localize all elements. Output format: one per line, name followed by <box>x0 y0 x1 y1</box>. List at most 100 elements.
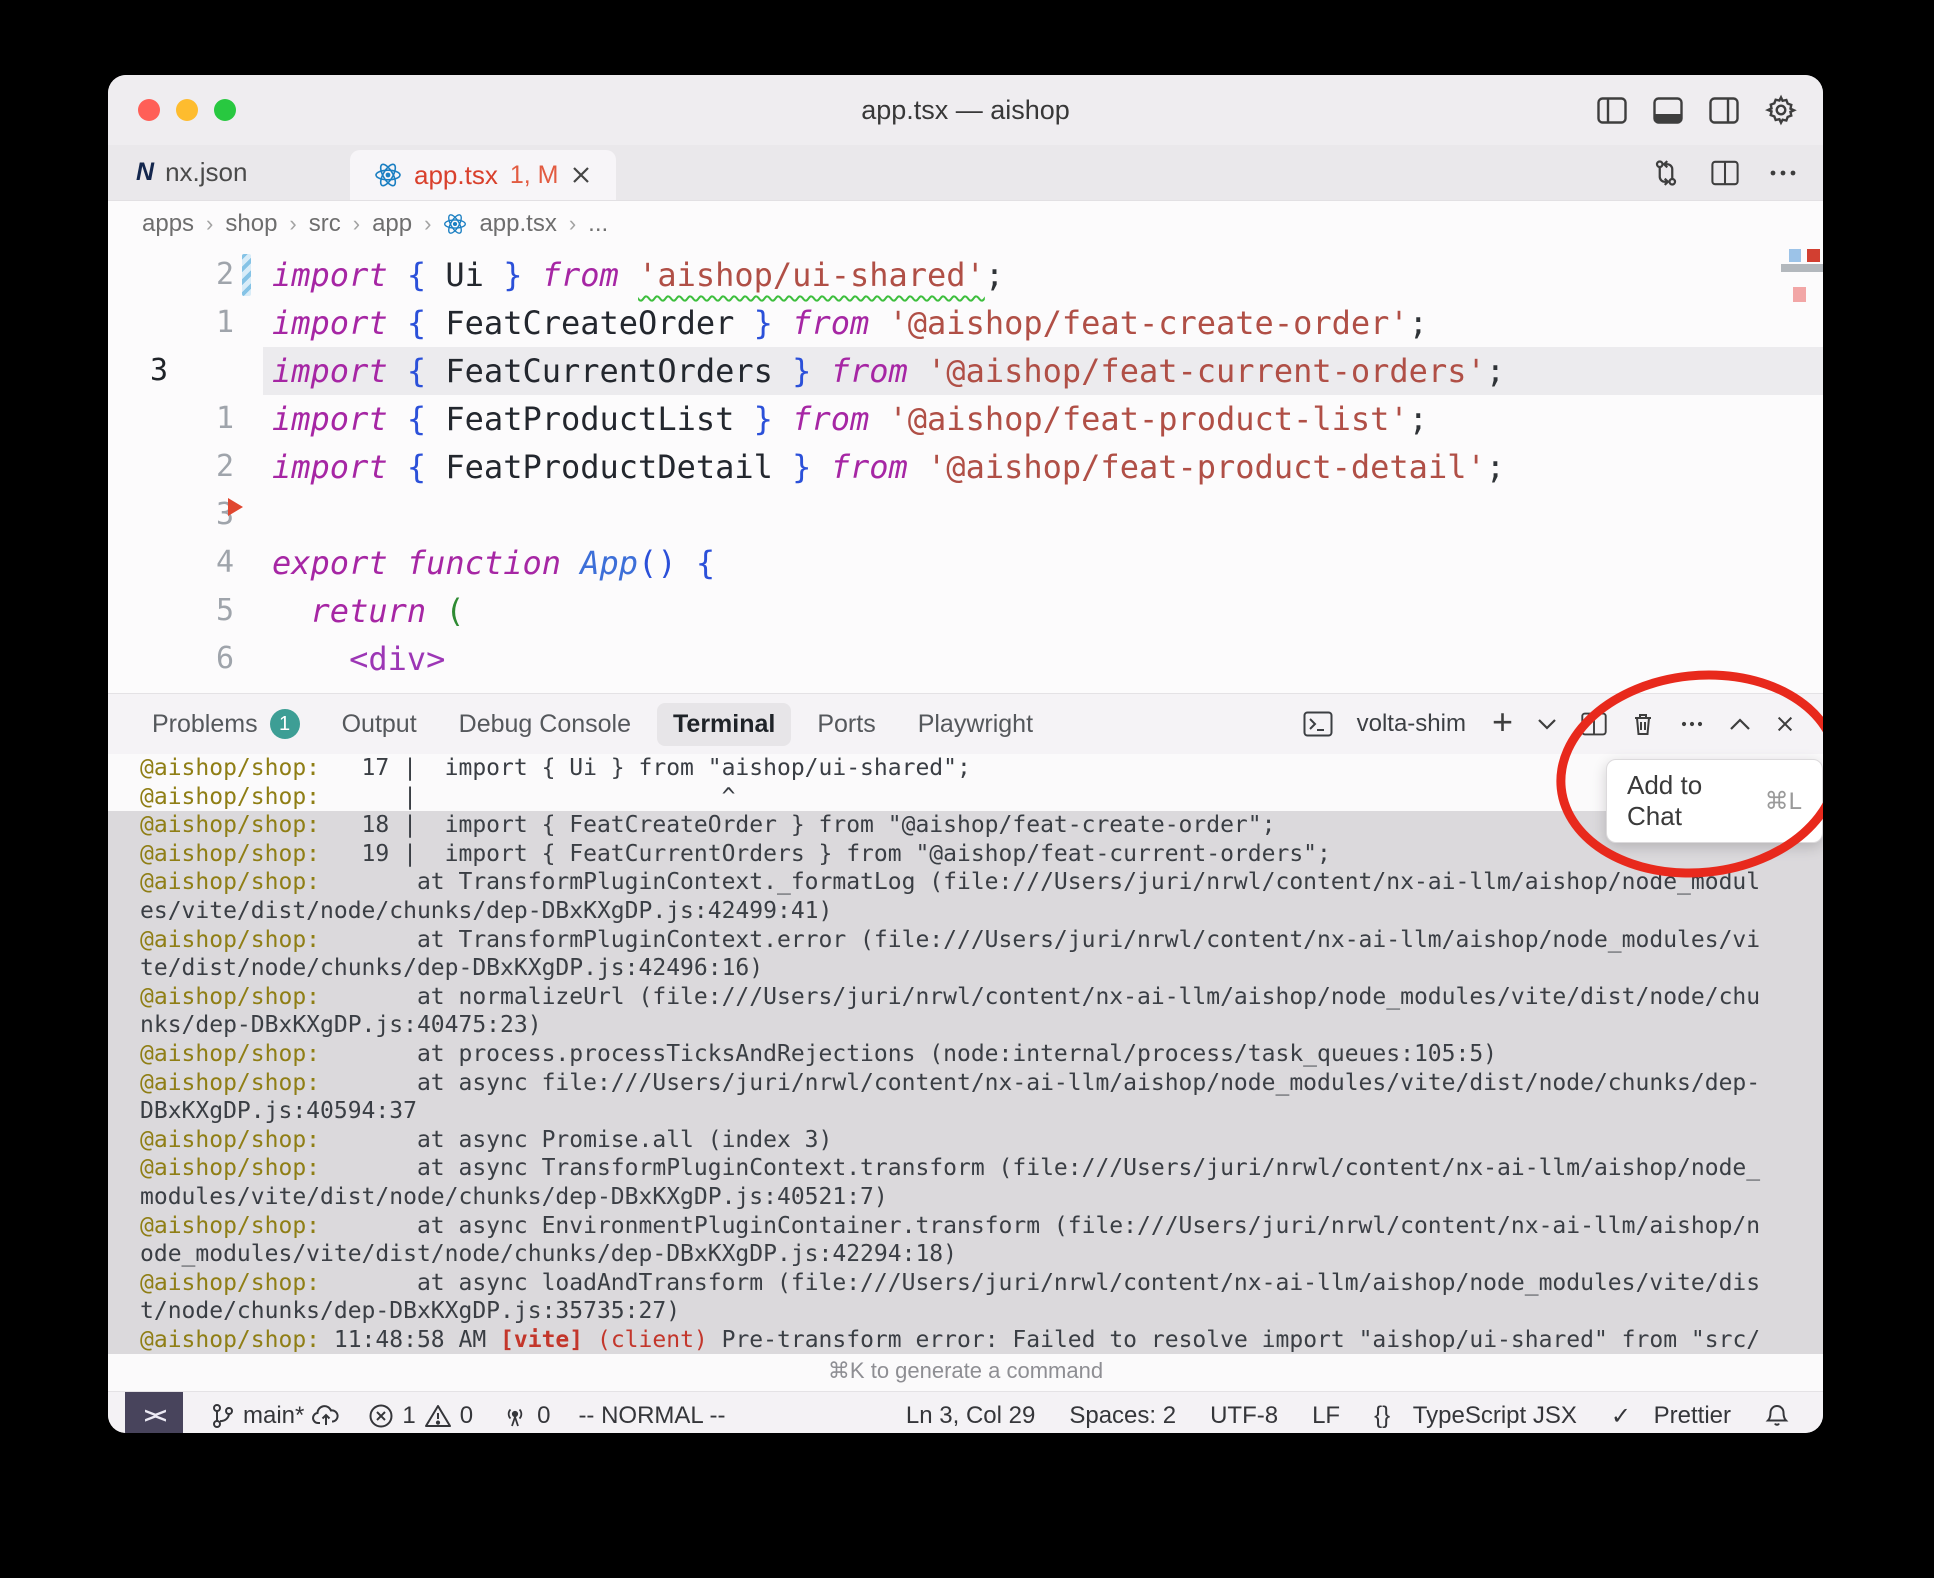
react-file-icon <box>443 212 467 236</box>
compare-changes-icon[interactable] <box>1651 158 1681 188</box>
code-line[interactable]: 4export function App() { <box>108 539 1823 587</box>
line-number: 1 <box>108 395 234 443</box>
code-line[interactable]: 3import { FeatCurrentOrders } from '@ais… <box>108 347 1823 395</box>
toggle-primary-sidebar-icon[interactable] <box>1597 97 1627 124</box>
chevron-right-icon: › <box>289 211 296 237</box>
tab-label: nx.json <box>165 157 247 188</box>
panel-tab-output[interactable]: Output <box>342 710 417 739</box>
terminal-line: @aishop/shop: at async EnvironmentPlugin… <box>108 1212 1823 1241</box>
line-number: 6 <box>108 635 234 683</box>
remote-indicator[interactable]: >< <box>125 1392 183 1433</box>
tab-app-tsx[interactable]: app.tsx 1, M <box>350 150 616 200</box>
code-text: import { FeatCurrentOrders } from '@aish… <box>272 347 1505 395</box>
terminal-line: @aishop/shop: at normalizeUrl (file:///U… <box>108 983 1823 1012</box>
new-terminal-button[interactable]: + <box>1492 704 1513 740</box>
terminal-instance-name[interactable]: volta-shim <box>1357 710 1466 738</box>
line-number: 3 <box>108 491 234 539</box>
terminal-line: @aishop/shop: at TransformPluginContext.… <box>108 926 1823 955</box>
terminal-line: @aishop/shop: at async loadAndTransform … <box>108 1269 1823 1298</box>
breadcrumb-item[interactable]: app <box>372 210 412 238</box>
toggle-panel-icon[interactable] <box>1653 97 1683 124</box>
toggle-secondary-sidebar-icon[interactable] <box>1709 97 1739 124</box>
add-to-chat-label: Add to Chat <box>1627 770 1751 832</box>
close-panel-icon[interactable] <box>1775 714 1795 734</box>
breadcrumb-item[interactable]: shop <box>225 210 277 238</box>
check-icon: ✓ <box>1611 1402 1631 1431</box>
terminal-line: nks/dep-DBxKXgDP.js:40475:23) <box>108 1011 1823 1040</box>
panel-tab-ports[interactable]: Ports <box>817 710 875 739</box>
language-mode-status[interactable]: {} TypeScript JSX <box>1374 1402 1577 1430</box>
terminal-line: @aishop/shop: | ^ <box>108 783 1823 812</box>
git-branch-icon <box>211 1403 235 1429</box>
terminal-line: es/vite/dist/node/chunks/dep-DBxKXgDP.js… <box>108 897 1823 926</box>
settings-gear-icon[interactable] <box>1765 94 1797 126</box>
eol-status[interactable]: LF <box>1312 1402 1340 1430</box>
panel-more-actions-icon[interactable] <box>1679 720 1705 728</box>
code-line[interactable]: 2import { Ui } from 'aishop/ui-shared'; <box>108 251 1823 299</box>
panel-tab-label: Playwright <box>918 710 1033 739</box>
tab-nx-json[interactable]: N nx.json <box>108 145 350 200</box>
panel-tab-problems[interactable]: Problems1 <box>152 709 300 739</box>
terminal-line: @aishop/shop: 18 | import { FeatCreateOr… <box>108 811 1823 840</box>
window-title: app.tsx — aishop <box>108 95 1823 126</box>
warning-triangle-icon <box>424 1403 452 1429</box>
braces-icon: {} <box>1374 1402 1390 1430</box>
add-to-chat-button[interactable]: Add to Chat ⌘L <box>1606 759 1823 843</box>
breadcrumb-item[interactable]: src <box>309 210 341 238</box>
vim-mode-indicator[interactable]: -- NORMAL -- <box>578 1402 725 1430</box>
problems-status[interactable]: 1 0 <box>368 1402 473 1430</box>
panel-tab-label: Terminal <box>673 710 775 739</box>
formatter-status[interactable]: ✓ Prettier <box>1611 1402 1731 1431</box>
code-line[interactable]: 2import { FeatProductDetail } from '@ais… <box>108 443 1823 491</box>
line-number: 2 <box>108 251 234 299</box>
split-editor-icon[interactable] <box>1711 160 1739 186</box>
split-terminal-icon[interactable] <box>1581 712 1607 736</box>
terminal-line: @aishop/shop: 17 | import { Ui } from "a… <box>108 754 1823 783</box>
encoding-status[interactable]: UTF-8 <box>1210 1402 1278 1430</box>
panel-tab-bar: Problems1 Output Debug Console Terminal Port… <box>108 693 1823 754</box>
code-text: <div> <box>272 635 445 683</box>
kill-terminal-trash-icon[interactable] <box>1631 711 1655 737</box>
line-number: 1 <box>108 299 234 347</box>
panel-tab-terminal[interactable]: Terminal <box>657 703 791 746</box>
panel-tabs: Problems1 Output Debug Console Terminal Port… <box>108 703 1033 746</box>
notifications-bell-icon[interactable] <box>1765 1403 1789 1429</box>
terminal-line: ode_modules/vite/dist/node/chunks/dep-DB… <box>108 1240 1823 1269</box>
code-line[interactable]: 5 return ( <box>108 587 1823 635</box>
code-line[interactable]: 1import { FeatProductList } from '@aisho… <box>108 395 1823 443</box>
terminal-output[interactable]: @aishop/shop: 17 | import { Ui } from "a… <box>108 754 1823 1356</box>
more-actions-icon[interactable] <box>1769 168 1797 178</box>
code-text: import { FeatProductDetail } from '@aish… <box>272 443 1505 491</box>
gutter-change-indicator <box>242 254 251 296</box>
breadcrumb: apps› shop› src› app› app.tsx› ... <box>108 201 1823 247</box>
broadcast-tower-icon <box>501 1403 529 1429</box>
indentation-status[interactable]: Spaces: 2 <box>1069 1402 1176 1430</box>
title-bar: app.tsx — aishop <box>108 75 1823 145</box>
terminal-line: @aishop/shop: 11:48:58 AM [vite] (client… <box>108 1326 1823 1355</box>
react-file-icon <box>374 161 402 189</box>
chevron-down-icon[interactable] <box>1537 718 1557 730</box>
nx-file-icon: N <box>136 158 153 187</box>
breadcrumb-item[interactable]: app.tsx <box>479 210 556 238</box>
panel-tab-label: Problems <box>152 710 258 739</box>
terminal-line: @aishop/shop: 19 | import { FeatCurrentO… <box>108 840 1823 869</box>
terminal-line: te/dist/node/chunks/dep-DBxKXgDP.js:4249… <box>108 954 1823 983</box>
breadcrumb-item[interactable]: apps <box>142 210 194 238</box>
status-bar: >< main* 1 0 <box>108 1391 1823 1433</box>
editor-code[interactable]: 2import { Ui } from 'aishop/ui-shared';1… <box>108 247 1823 693</box>
panel-tab-label: Ports <box>817 710 875 739</box>
close-tab-icon[interactable] <box>570 164 592 186</box>
panel-tab-label: Debug Console <box>459 710 631 739</box>
code-line[interactable]: 6 <div> <box>108 635 1823 683</box>
code-line[interactable]: 3 <box>108 491 1823 539</box>
terminal-line: t/node/chunks/dep-DBxKXgDP.js:35735:27) <box>108 1297 1823 1326</box>
git-branch-status[interactable]: main* <box>211 1402 340 1430</box>
maximize-panel-chevron-up-icon[interactable] <box>1729 718 1751 731</box>
panel-tab-playwright[interactable]: Playwright <box>918 710 1033 739</box>
breadcrumb-item[interactable]: ... <box>588 210 608 238</box>
ports-status[interactable]: 0 <box>501 1402 550 1430</box>
code-line[interactable]: 1import { FeatCreateOrder } from '@aisho… <box>108 299 1823 347</box>
cursor-position-status[interactable]: Ln 3, Col 29 <box>906 1402 1035 1430</box>
panel-tab-debug-console[interactable]: Debug Console <box>459 710 631 739</box>
terminal-line: @aishop/shop: at async Promise.all (inde… <box>108 1126 1823 1155</box>
